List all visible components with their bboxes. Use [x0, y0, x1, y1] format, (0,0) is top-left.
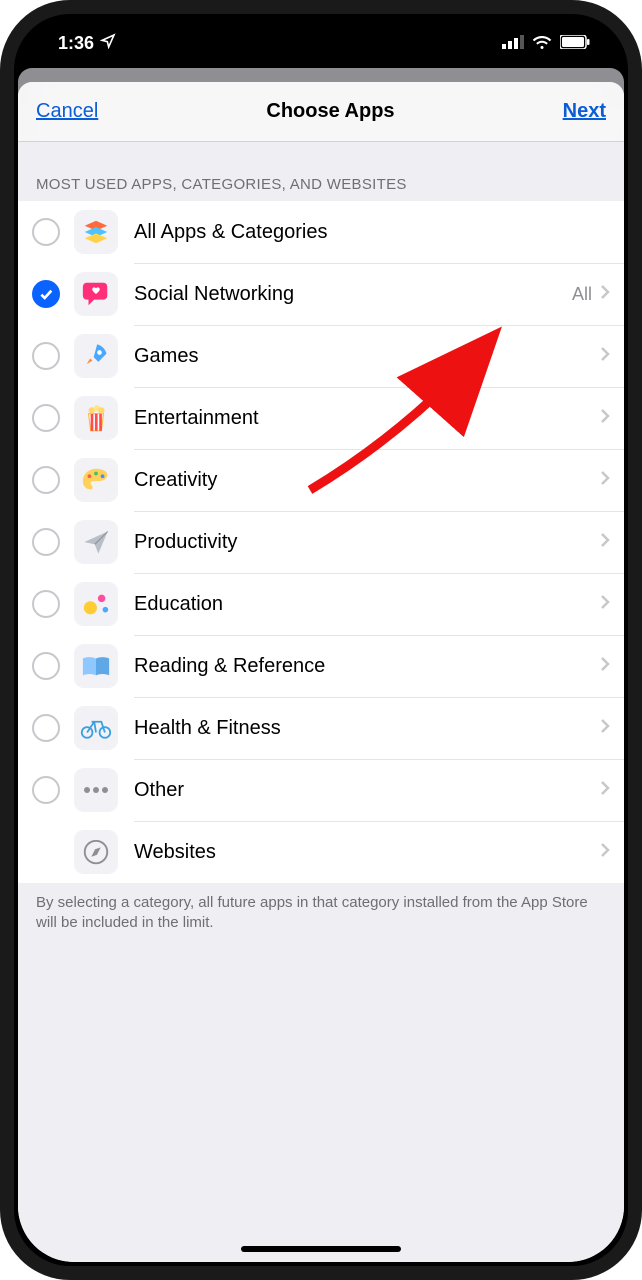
radio-unchecked[interactable] [32, 652, 60, 680]
chevron-right-icon [600, 470, 610, 491]
row-label: Education [134, 593, 600, 616]
row-other[interactable]: Other [18, 759, 624, 821]
radio-unchecked[interactable] [32, 714, 60, 742]
radio-unchecked[interactable] [32, 218, 60, 246]
radio-unchecked[interactable] [32, 466, 60, 494]
radio-unchecked[interactable] [32, 776, 60, 804]
chevron-right-icon [600, 346, 610, 367]
page-title: Choose Apps [266, 100, 394, 123]
planets-icon [74, 582, 118, 626]
row-label: Websites [134, 841, 600, 864]
row-label: Health & Fitness [134, 717, 600, 740]
row-websites[interactable]: Websites [18, 821, 624, 883]
popcorn-icon [74, 396, 118, 440]
rocket-icon [74, 334, 118, 378]
phone-frame: 1:36 Cancel Choose Apps Next MO [0, 0, 642, 1280]
row-label: Social Networking [134, 283, 572, 306]
chevron-right-icon [600, 656, 610, 677]
row-label: Entertainment [134, 407, 600, 430]
nav-bar: Cancel Choose Apps Next [18, 82, 624, 142]
row-health-fitness[interactable]: Health & Fitness [18, 697, 624, 759]
radio-unchecked[interactable] [32, 404, 60, 432]
chevron-right-icon [600, 284, 610, 305]
chat-heart-icon [74, 272, 118, 316]
chevron-right-icon [600, 532, 610, 553]
row-label: All Apps & Categories [134, 221, 610, 244]
radio-unchecked[interactable] [32, 590, 60, 618]
category-list: All Apps & Categories Social Networking … [18, 201, 624, 883]
bicycle-icon [74, 706, 118, 750]
footer-note: By selecting a category, all future apps… [18, 883, 624, 1262]
row-creativity[interactable]: Creativity [18, 449, 624, 511]
row-education[interactable]: Education [18, 573, 624, 635]
row-label: Other [134, 779, 600, 802]
row-reading-reference[interactable]: Reading & Reference [18, 635, 624, 697]
row-label: Productivity [134, 531, 600, 554]
home-indicator [241, 1246, 401, 1252]
radio-unchecked[interactable] [32, 528, 60, 556]
book-icon [74, 644, 118, 688]
row-detail: All [572, 284, 592, 305]
battery-icon [560, 33, 590, 54]
row-games[interactable]: Games [18, 325, 624, 387]
next-button[interactable]: Next [563, 100, 606, 123]
row-all-apps[interactable]: All Apps & Categories [18, 201, 624, 263]
row-productivity[interactable]: Productivity [18, 511, 624, 573]
row-social-networking[interactable]: Social Networking All [18, 263, 624, 325]
section-header: MOST USED APPS, CATEGORIES, AND WEBSITES [18, 142, 624, 201]
status-time: 1:36 [58, 33, 94, 54]
ellipsis-icon [74, 768, 118, 812]
compass-icon [74, 830, 118, 874]
radio-unchecked[interactable] [32, 342, 60, 370]
row-label: Reading & Reference [134, 655, 600, 678]
chevron-right-icon [600, 780, 610, 801]
cellular-icon [502, 33, 524, 54]
stack-icon [74, 210, 118, 254]
chevron-right-icon [600, 594, 610, 615]
radio-checked[interactable] [32, 280, 60, 308]
modal-sheet: Cancel Choose Apps Next MOST USED APPS, … [18, 82, 624, 1262]
location-icon [100, 33, 116, 54]
row-label: Creativity [134, 469, 600, 492]
row-entertainment[interactable]: Entertainment [18, 387, 624, 449]
cancel-button[interactable]: Cancel [36, 100, 98, 123]
row-label: Games [134, 345, 600, 368]
chevron-right-icon [600, 718, 610, 739]
palette-icon [74, 458, 118, 502]
wifi-icon [532, 33, 552, 54]
chevron-right-icon [600, 408, 610, 429]
chevron-right-icon [600, 842, 610, 863]
notch [206, 18, 436, 54]
paper-plane-icon [74, 520, 118, 564]
